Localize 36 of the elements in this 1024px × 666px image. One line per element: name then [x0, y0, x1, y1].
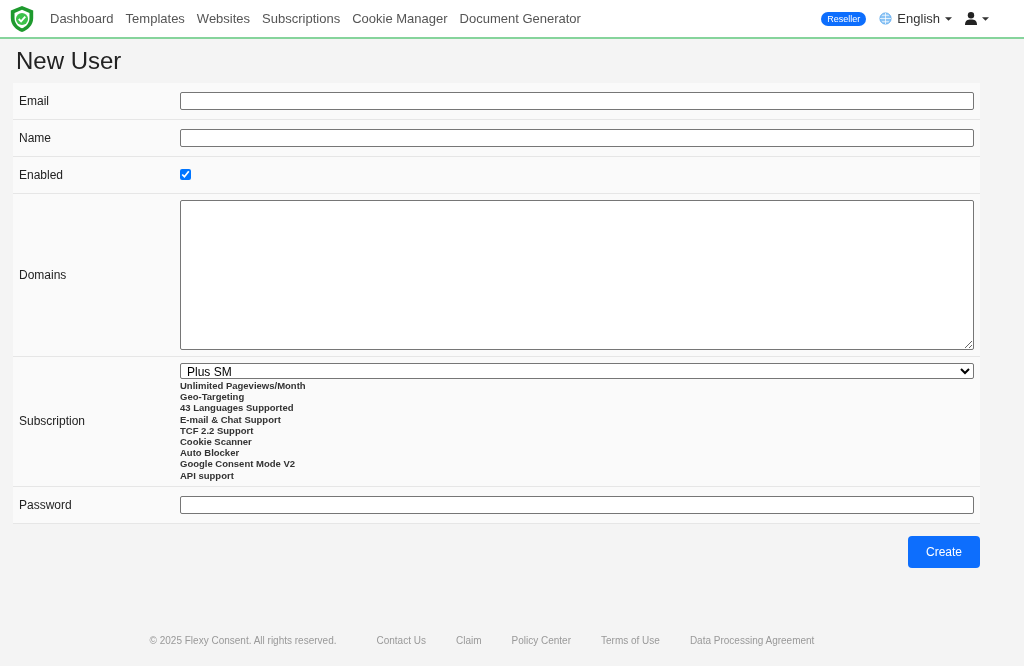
password-field[interactable]: [180, 496, 974, 515]
feature-text: Google Consent Mode V2: [180, 458, 297, 470]
copyright-text: © 2025 Flexy Consent. All rights reserved.: [149, 634, 337, 646]
nav-link[interactable]: Websites: [196, 11, 251, 26]
shield-check-icon[interactable]: [8, 3, 36, 34]
reseller-badge: Reseller: [821, 11, 867, 26]
subscription-dropdown[interactable]: Plus SM: [180, 363, 974, 379]
field-label: Subscription: [18, 414, 87, 429]
field-label: Domains: [18, 268, 68, 282]
feature-text: 43 Languages Supported: [180, 402, 295, 414]
nav-link[interactable]: Dashboard: [50, 11, 114, 26]
feature-text: Auto Blocker: [180, 447, 241, 459]
globe-icon: [879, 12, 893, 25]
feature-text: Unlimited Pageviews/Month: [180, 380, 307, 392]
caret-icon: [945, 16, 952, 21]
feature-text: Cookie Scanner: [180, 436, 253, 448]
feature-text: Geo-Targeting: [180, 391, 246, 403]
language-dropdown[interactable]: English: [897, 11, 940, 26]
input-field[interactable]: [180, 129, 974, 148]
user-icon[interactable]: [965, 12, 977, 25]
feature-text: TCF 2.2 Support: [180, 424, 254, 436]
input-field[interactable]: [180, 92, 974, 111]
nav-link[interactable]: Templates: [125, 11, 185, 26]
page-title: New User: [16, 47, 123, 75]
feature-text: API support: [180, 469, 235, 481]
nav-link[interactable]: Subscriptions: [262, 11, 341, 26]
field-label: Password: [18, 497, 73, 512]
field-label: Name: [18, 131, 52, 145]
feature-text: E-mail & Chat Support: [180, 413, 282, 425]
field-label: Enabled: [18, 168, 65, 182]
caret-icon: [982, 16, 989, 21]
nav-link[interactable]: Document Generator: [459, 11, 581, 26]
checkbox[interactable]: [180, 169, 191, 180]
nav-link[interactable]: Cookie Manager: [352, 11, 448, 26]
create-button[interactable]: Create: [907, 535, 980, 568]
field-label: Email: [18, 94, 50, 108]
